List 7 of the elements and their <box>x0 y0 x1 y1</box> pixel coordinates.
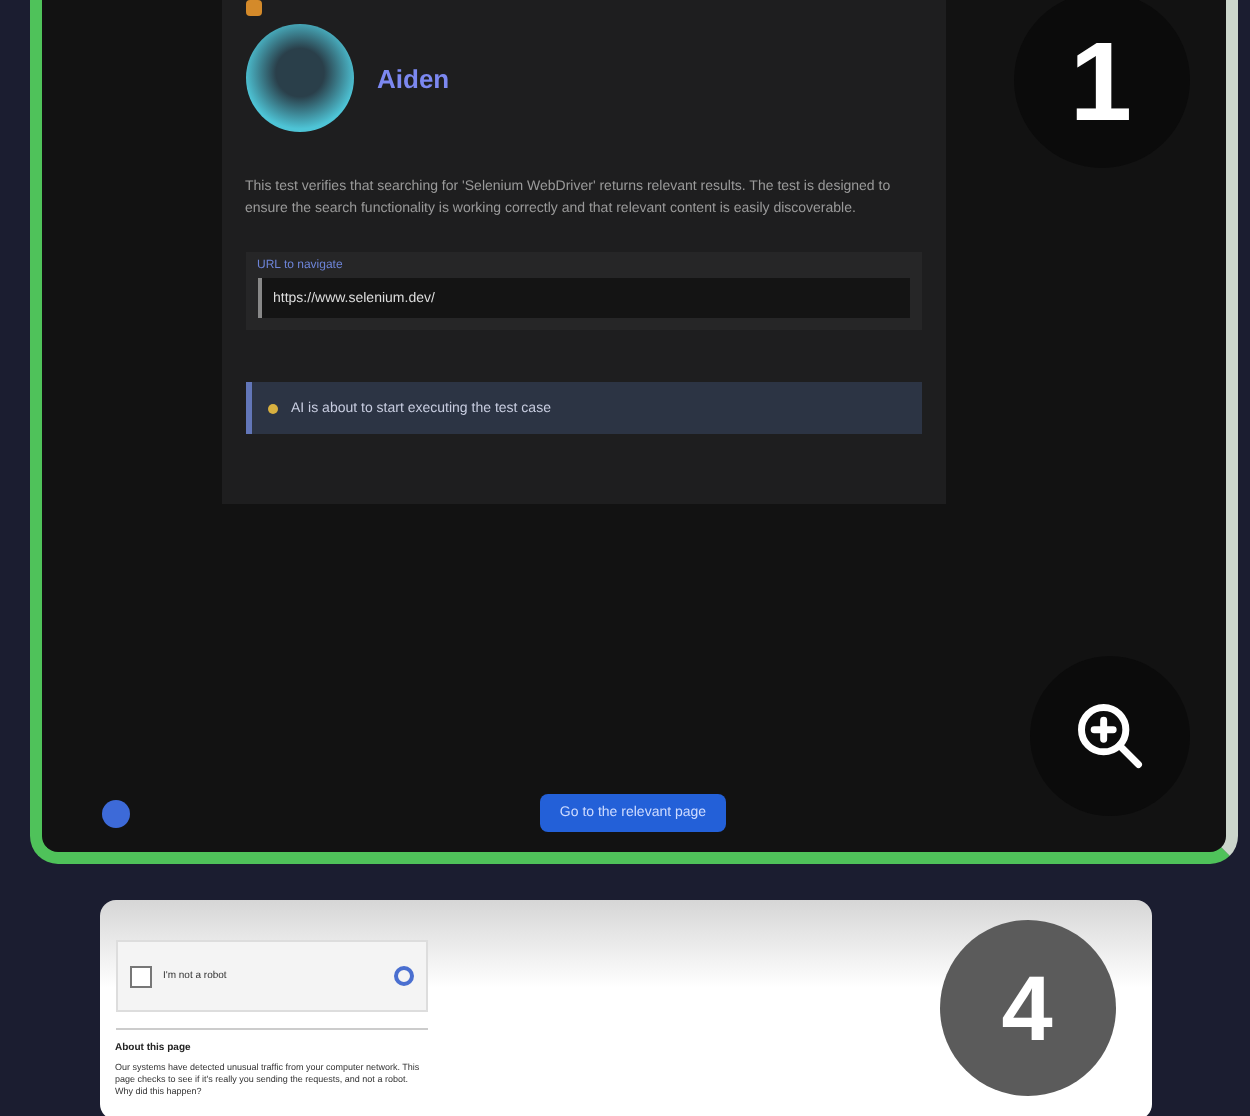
captcha-checkbox[interactable] <box>129 965 151 987</box>
captcha-logo-icon <box>393 966 413 986</box>
step-number: 1 <box>1013 0 1189 168</box>
author-name: Aiden <box>377 63 450 93</box>
status-dot <box>101 799 129 827</box>
avatar <box>245 24 353 132</box>
step-number: 4 <box>939 920 1115 1096</box>
